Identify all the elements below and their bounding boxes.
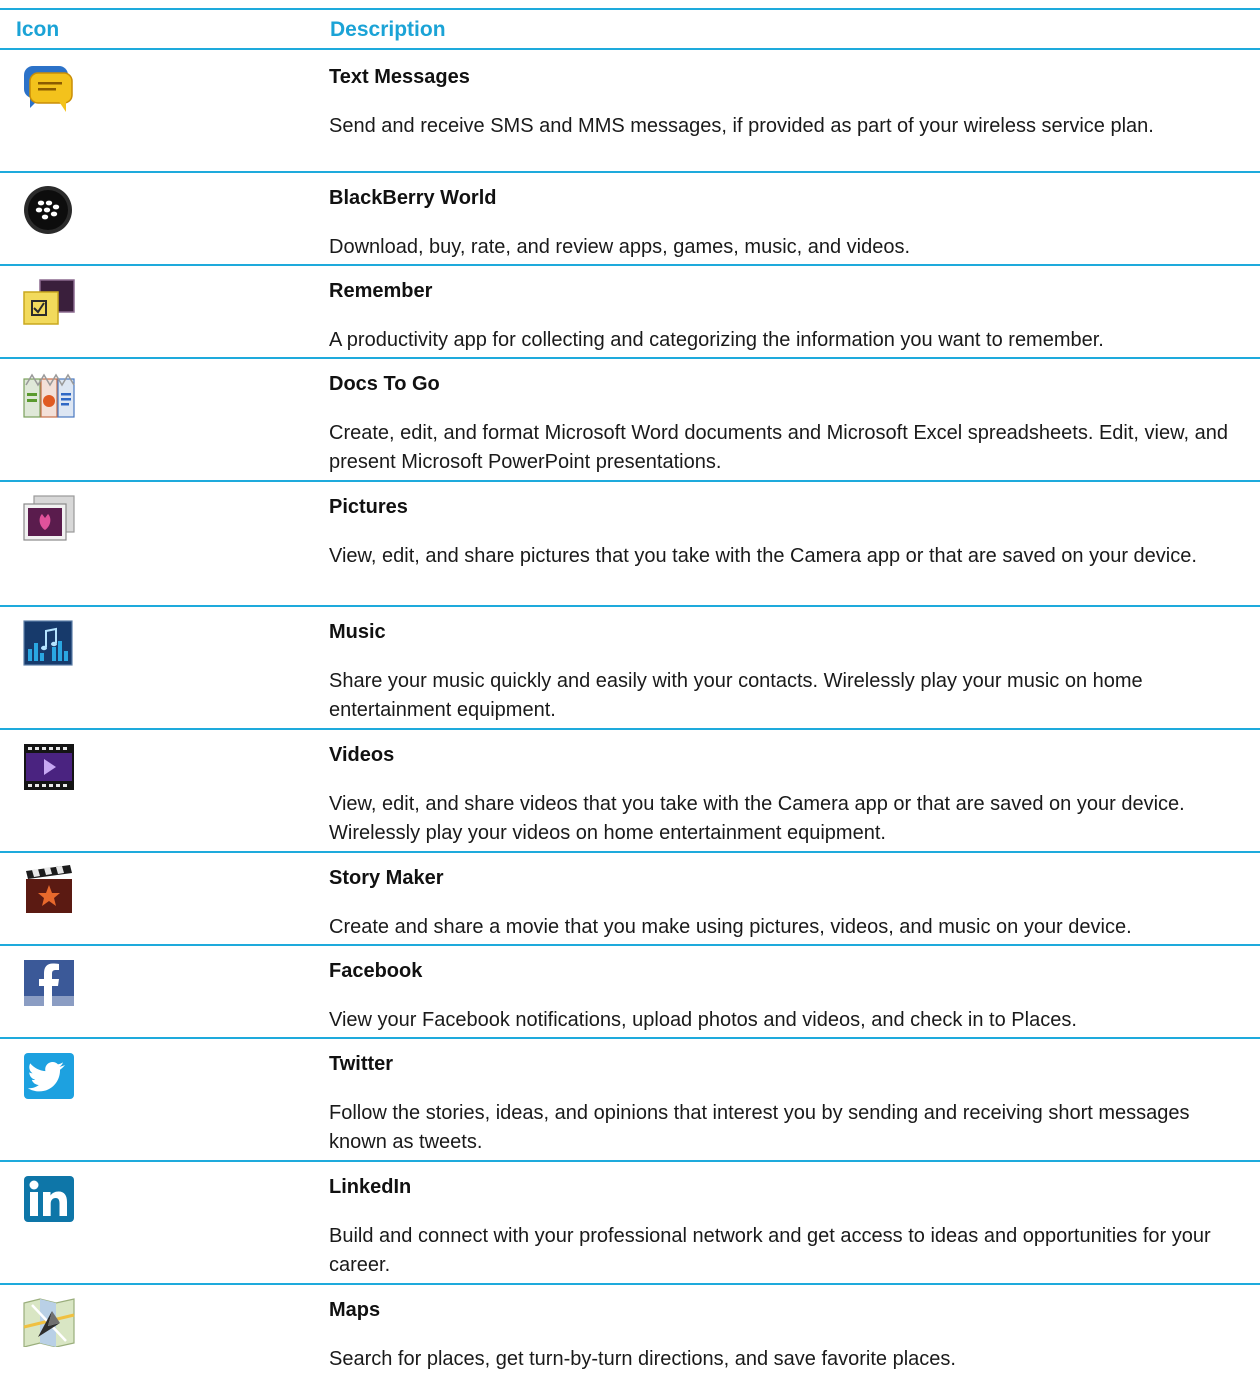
row-description: A productivity app for collecting and ca… [329,329,1104,351]
row-description: Send and receive SMS and MMS messages, i… [329,115,1154,137]
column-header-icon: Icon [16,18,60,41]
row-title: Story Maker [329,867,444,889]
table-header: Icon Description [0,8,1260,50]
row-description: Search for places, get turn-by-turn dire… [329,1348,956,1370]
row-title: LinkedIn [329,1176,412,1198]
table-row: Facebook View your Facebook notification… [0,946,1260,1039]
row-description: View, edit, and share videos that you ta… [329,793,1185,844]
table-row: Pictures View, edit, and share pictures … [0,482,1260,607]
videos-icon [22,742,76,792]
table-row: Text Messages Send and receive SMS and M… [0,52,1260,173]
row-title: Videos [329,744,395,766]
row-description: Follow the stories, ideas, and opinions … [329,1102,1190,1153]
table-row: Story Maker Create and share a movie tha… [0,853,1260,946]
row-title: Docs To Go [329,373,440,395]
row-title: BlackBerry World [329,187,497,209]
row-title: Facebook [329,960,423,982]
twitter-icon [22,1051,76,1101]
table-row: Remember A productivity app for collecti… [0,266,1260,359]
row-description: Create, edit, and format Microsoft Word … [329,422,1228,473]
row-title: Twitter [329,1053,394,1075]
row-description: Share your music quickly and easily with… [329,670,1143,721]
row-title: Maps [329,1299,381,1321]
blackberry-world-icon [22,185,76,235]
row-description: Create and share a movie that you make u… [329,916,1132,938]
column-header-description: Description [330,18,446,41]
linkedin-icon [22,1174,76,1224]
remember-icon [22,278,76,328]
row-description: View, edit, and share pictures that you … [329,545,1197,567]
row-title: Music [329,621,386,643]
table-row: BlackBerry World Download, buy, rate, an… [0,173,1260,266]
row-description: View your Facebook notifications, upload… [329,1009,1077,1031]
table-row: Docs To Go Create, edit, and format Micr… [0,359,1260,482]
docs-to-go-icon [22,371,76,421]
row-description: Download, buy, rate, and review apps, ga… [329,236,911,258]
maps-icon [22,1297,76,1347]
music-icon [22,619,76,669]
story-maker-icon [22,865,76,915]
table-row: Music Share your music quickly and easil… [0,607,1260,730]
pictures-icon [22,494,76,544]
table-row: Maps Search for places, get turn-by-turn… [0,1285,1260,1381]
row-title: Text Messages [329,66,470,88]
table-row: LinkedIn Build and connect with your pro… [0,1162,1260,1285]
row-description: Build and connect with your professional… [329,1225,1211,1276]
row-title: Pictures [329,496,408,518]
table-row: Twitter Follow the stories, ideas, and o… [0,1039,1260,1162]
row-title: Remember [329,280,433,302]
document-page: Icon Description Text Messages Send and … [0,0,1260,1381]
facebook-icon [22,958,76,1008]
table-row: Videos View, edit, and share videos that… [0,730,1260,853]
text-messages-icon [22,64,76,114]
